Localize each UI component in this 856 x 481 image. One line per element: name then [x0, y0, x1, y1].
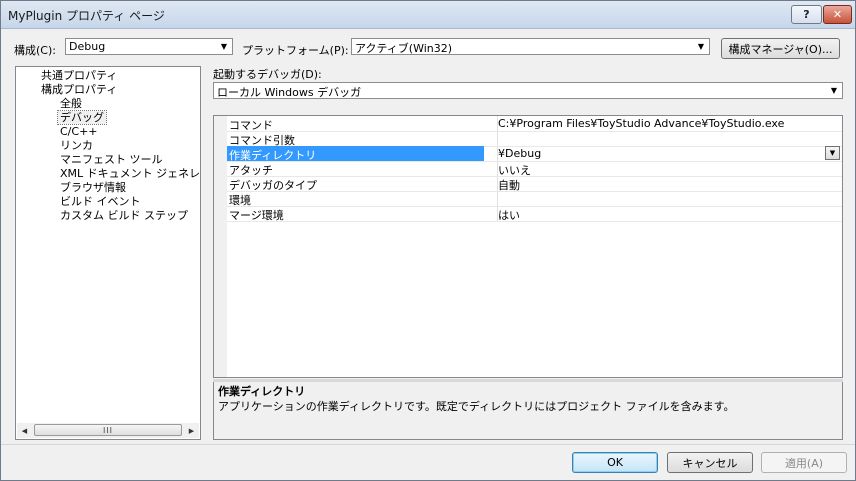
- scroll-left-arrow-icon[interactable]: ◀: [17, 423, 32, 438]
- tree-item-xml-document-generator[interactable]: XML ドキュメント ジェネレー: [60, 167, 200, 180]
- property-row[interactable]: アタッチ いいえ: [227, 161, 842, 177]
- footer-divider: [1, 444, 855, 445]
- tree-item-debugging[interactable]: デバッグ: [57, 110, 107, 125]
- description-panel: 作業ディレクトリ アプリケーションの作業ディレクトリです。既定でディレクトリには…: [213, 382, 843, 440]
- property-row[interactable]: デバッガのタイプ 自動: [227, 176, 842, 192]
- chevron-down-icon[interactable]: ▼: [825, 146, 840, 160]
- property-row-selected[interactable]: 作業ディレクトリ ¥Debug ▼: [227, 146, 842, 162]
- property-pages-window: MyPlugin プロパティ ページ ? ✕ 構成(C): Debug ▼ プラ…: [0, 0, 856, 481]
- debugger-dropdown[interactable]: ローカル Windows デバッガ ▼: [213, 82, 843, 99]
- tree-item-common-properties[interactable]: 共通プロパティ: [41, 69, 117, 82]
- property-value[interactable]: ¥Debug: [498, 147, 541, 160]
- tree-item-manifest-tool[interactable]: マニフェスト ツール: [60, 153, 163, 166]
- debugger-value: ローカル Windows デバッガ: [217, 86, 362, 99]
- platform-value: アクティブ(Win32): [355, 42, 453, 55]
- help-button[interactable]: ?: [791, 5, 822, 24]
- ok-button[interactable]: OK: [572, 452, 658, 473]
- platform-label: プラットフォーム(P):: [242, 44, 349, 57]
- grid-gutter: [214, 116, 227, 377]
- description-text: アプリケーションの作業ディレクトリです。既定でディレクトリにはプロジェクト ファ…: [218, 400, 735, 413]
- tree-item-browse-information[interactable]: ブラウザ情報: [60, 181, 126, 194]
- apply-button[interactable]: 適用(A): [761, 452, 847, 473]
- chevron-down-icon: ▼: [830, 86, 838, 95]
- scroll-right-arrow-icon[interactable]: ▶: [184, 423, 199, 438]
- property-value: C:¥Program Files¥ToyStudio Advance¥ToySt…: [498, 117, 785, 130]
- property-tree[interactable]: 共通プロパティ 構成プロパティ 全般 デバッグ C/C++ リンカ マニフェスト…: [15, 66, 201, 440]
- row-divider: [227, 221, 842, 222]
- property-row[interactable]: コマンド C:¥Program Files¥ToyStudio Advance¥…: [227, 116, 842, 132]
- tree-item-custom-build-step[interactable]: カスタム ビルド ステップ: [60, 209, 188, 222]
- tree-item-general[interactable]: 全般: [60, 97, 82, 110]
- property-grid[interactable]: コマンド C:¥Program Files¥ToyStudio Advance¥…: [213, 115, 843, 378]
- title-bar[interactable]: MyPlugin プロパティ ページ ? ✕: [1, 1, 855, 29]
- configuration-dropdown[interactable]: Debug ▼: [65, 38, 233, 55]
- configuration-manager-button[interactable]: 構成マネージャ(O)...: [721, 38, 840, 59]
- horizontal-scrollbar[interactable]: ◀ III ▶: [17, 423, 199, 438]
- configuration-value: Debug: [69, 40, 106, 53]
- debugger-label: 起動するデバッガ(D):: [213, 68, 322, 81]
- configuration-label: 構成(C):: [14, 44, 56, 57]
- tree-item-configuration-properties[interactable]: 構成プロパティ: [41, 83, 117, 96]
- property-row[interactable]: マージ環境 はい: [227, 206, 842, 222]
- window-title: MyPlugin プロパティ ページ: [8, 9, 165, 23]
- tree-item-cpp[interactable]: C/C++: [60, 125, 98, 138]
- scroll-thumb[interactable]: III: [34, 424, 182, 436]
- tree-item-linker[interactable]: リンカ: [60, 139, 93, 152]
- chevron-down-icon: ▼: [220, 42, 228, 51]
- cancel-button[interactable]: キャンセル: [667, 452, 753, 473]
- close-button[interactable]: ✕: [823, 5, 852, 24]
- tree-item-build-events[interactable]: ビルド イベント: [60, 195, 141, 208]
- chevron-down-icon: ▼: [697, 42, 705, 51]
- property-row[interactable]: 環境: [227, 191, 842, 207]
- platform-dropdown[interactable]: アクティブ(Win32) ▼: [351, 38, 710, 55]
- description-title: 作業ディレクトリ: [218, 385, 306, 398]
- property-row[interactable]: コマンド引数: [227, 131, 842, 147]
